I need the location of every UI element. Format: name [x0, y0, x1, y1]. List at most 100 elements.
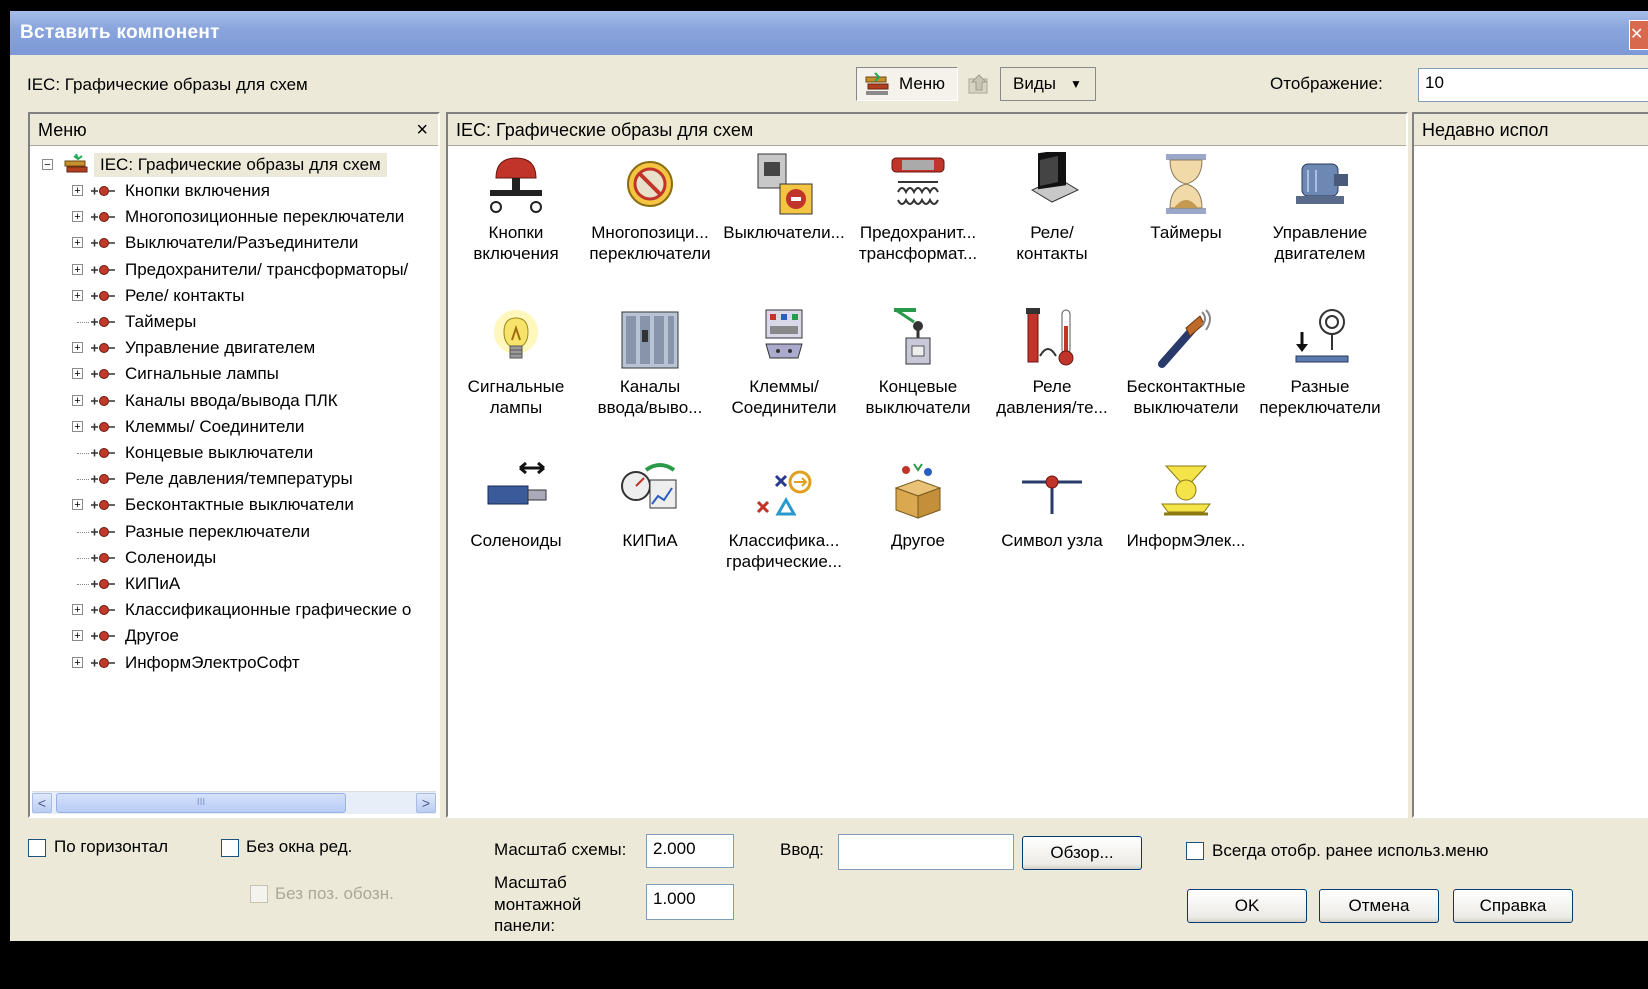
symbol-label-line2: лампы — [489, 398, 543, 417]
no-edit-checkbox[interactable] — [221, 839, 239, 857]
tree-scrollbar[interactable]: < III > — [32, 791, 436, 814]
symbol-label-line2: выключатели — [865, 398, 971, 417]
expand-icon[interactable]: + — [72, 656, 83, 668]
panel-scale-label-2: монтажной — [494, 895, 582, 914]
tree-item-label: Предохранители/ трансформаторы/ — [125, 259, 409, 279]
symbol-grid: Кнопки включения Многопозици... переключате… — [448, 148, 1406, 816]
tree-item-label: Реле давления/температуры — [125, 469, 353, 489]
close-window-button[interactable]: ✕ — [1629, 20, 1648, 50]
symbols-panel: IEC: Графические образы для схем Кнопки в… — [446, 112, 1408, 818]
symbol-label: Многопозици... — [591, 223, 709, 242]
expand-icon[interactable]: + — [72, 420, 83, 432]
tree-item-label: Реле/ контакты — [125, 285, 245, 305]
display-input[interactable]: 10 — [1418, 68, 1648, 102]
symbols-panel-header: IEC: Графические образы для схем — [448, 114, 1406, 146]
symbol-label: Таймеры — [1150, 223, 1222, 242]
symbol-tile[interactable]: Реле/контакты — [984, 152, 1120, 264]
expand-icon[interactable]: + — [72, 185, 83, 197]
symbol-tile[interactable]: Концевые выключатели — [850, 306, 986, 418]
symbol-tile[interactable]: Бесконтактные выключатели — [1118, 306, 1254, 418]
recent-panel: Недавно испол — [1412, 112, 1648, 818]
symbol-tile[interactable]: Многопозици... переключатели — [582, 152, 718, 264]
symbol-label-line2: выключатели — [1133, 398, 1239, 417]
tree-item-label: Многопозиционные переключатели — [125, 207, 405, 227]
symbol-tile[interactable]: Каналы ввода/выво... — [582, 306, 718, 418]
symbol-tile[interactable]: Предохранит... трансформат... — [850, 152, 986, 264]
symbol-tile[interactable]: Таймеры — [1118, 152, 1254, 243]
tree-item-label: Классификационные графические о — [125, 600, 412, 620]
scale-input[interactable]: 2.000 — [646, 834, 734, 868]
horizontal-checkbox[interactable] — [28, 839, 46, 857]
expand-icon[interactable]: + — [72, 289, 83, 301]
symbol-tile[interactable]: Выключатели... — [716, 152, 852, 243]
scroll-left-icon[interactable]: < — [32, 793, 52, 813]
expand-icon[interactable]: + — [72, 237, 83, 249]
tree-connector — [77, 531, 89, 533]
symbol-tile[interactable]: Соленоиды — [448, 460, 584, 551]
expand-icon[interactable]: + — [72, 630, 83, 642]
views-label: Виды — [1013, 74, 1056, 93]
symbol-tile[interactable]: Другое — [850, 460, 986, 551]
browse-button[interactable]: Обзор... — [1022, 836, 1142, 870]
symbol-label: Кнопки — [488, 223, 544, 242]
symbol-label: Символ узла — [1001, 531, 1103, 550]
symbol-tile[interactable]: КИПиА — [582, 460, 718, 551]
symbol-label: Клеммы/ — [749, 377, 819, 396]
selector-switch-icon — [627, 161, 673, 207]
panel-scale-input[interactable]: 1.000 — [646, 884, 734, 920]
symbol-tile[interactable]: Классифика... графические... — [716, 460, 852, 572]
no-tag-checkbox[interactable] — [250, 885, 268, 903]
symbol-label-line2: Соединители — [731, 398, 837, 417]
up-level-button[interactable] — [960, 67, 998, 101]
symbol-label: Управление — [1272, 223, 1368, 242]
symbol-label-line2: ввода/выво... — [597, 398, 703, 417]
expand-icon[interactable]: + — [72, 263, 83, 275]
menu-bullet-icon — [91, 579, 115, 589]
expand-icon[interactable]: + — [72, 499, 83, 511]
menu-bullet-icon — [91, 500, 115, 511]
menu-bullet-icon — [91, 369, 115, 380]
tree-connector — [77, 557, 89, 559]
node-symbol-icon — [1022, 475, 1082, 514]
always-show-checkbox[interactable] — [1186, 842, 1204, 860]
tree-connector — [77, 479, 89, 481]
symbol-label: Каналы — [619, 377, 681, 396]
menu-icon — [865, 72, 889, 95]
symbol-label: ИнформЭлек... — [1126, 531, 1246, 550]
expand-icon[interactable]: + — [72, 342, 83, 354]
expand-icon[interactable]: + — [72, 211, 83, 223]
views-dropdown[interactable]: Виды ▼ — [1000, 67, 1096, 101]
always-show-label: Всегда отобр. ранее использ.меню — [1212, 841, 1489, 860]
symbol-tile[interactable]: Кнопки включения — [448, 152, 584, 264]
scroll-thumb[interactable]: III — [56, 793, 346, 813]
box-icon — [894, 463, 942, 519]
symbol-tile[interactable]: Разные переключатели — [1252, 306, 1388, 418]
ok-button[interactable]: OK — [1187, 889, 1307, 923]
help-button[interactable]: Справка — [1453, 889, 1573, 923]
close-icon[interactable]: × — [416, 114, 428, 146]
symbol-label-line2: давления/те... — [996, 398, 1108, 417]
input-field[interactable] — [838, 834, 1014, 870]
symbol-tile[interactable]: Сигнальные лампы — [448, 306, 584, 418]
expand-icon[interactable]: + — [72, 368, 83, 380]
symbol-tile[interactable]: Символ узла — [984, 460, 1120, 551]
lamp-icon — [494, 310, 538, 359]
panel-scale-label-3: панели: — [494, 916, 556, 935]
informelektro-icon — [1161, 465, 1211, 516]
tree-item-label: Таймеры — [125, 312, 197, 331]
scroll-right-icon[interactable]: > — [416, 793, 436, 813]
tree-item-label: Сигнальные лампы — [125, 364, 279, 384]
tree-item-label: Разные переключатели — [125, 521, 310, 541]
symbol-tile[interactable]: ИнформЭлек... — [1118, 460, 1254, 551]
expand-icon[interactable]: + — [72, 394, 83, 406]
tree-connector — [77, 453, 89, 454]
menu-button[interactable]: Меню — [856, 67, 958, 101]
symbol-tile[interactable]: Управление двигателем — [1252, 152, 1388, 264]
menu-tree: − IEC: Графические образы для схем + Кноп… — [36, 150, 438, 786]
chevron-down-icon: ▼ — [1069, 77, 1082, 91]
symbol-tile[interactable]: Реле давления/те... — [984, 306, 1120, 418]
hourglass-icon — [1166, 154, 1206, 214]
symbol-tile[interactable]: Клеммы/Соединители — [716, 306, 852, 418]
cancel-button[interactable]: Отмена — [1319, 889, 1439, 923]
expand-icon[interactable]: + — [72, 604, 83, 616]
